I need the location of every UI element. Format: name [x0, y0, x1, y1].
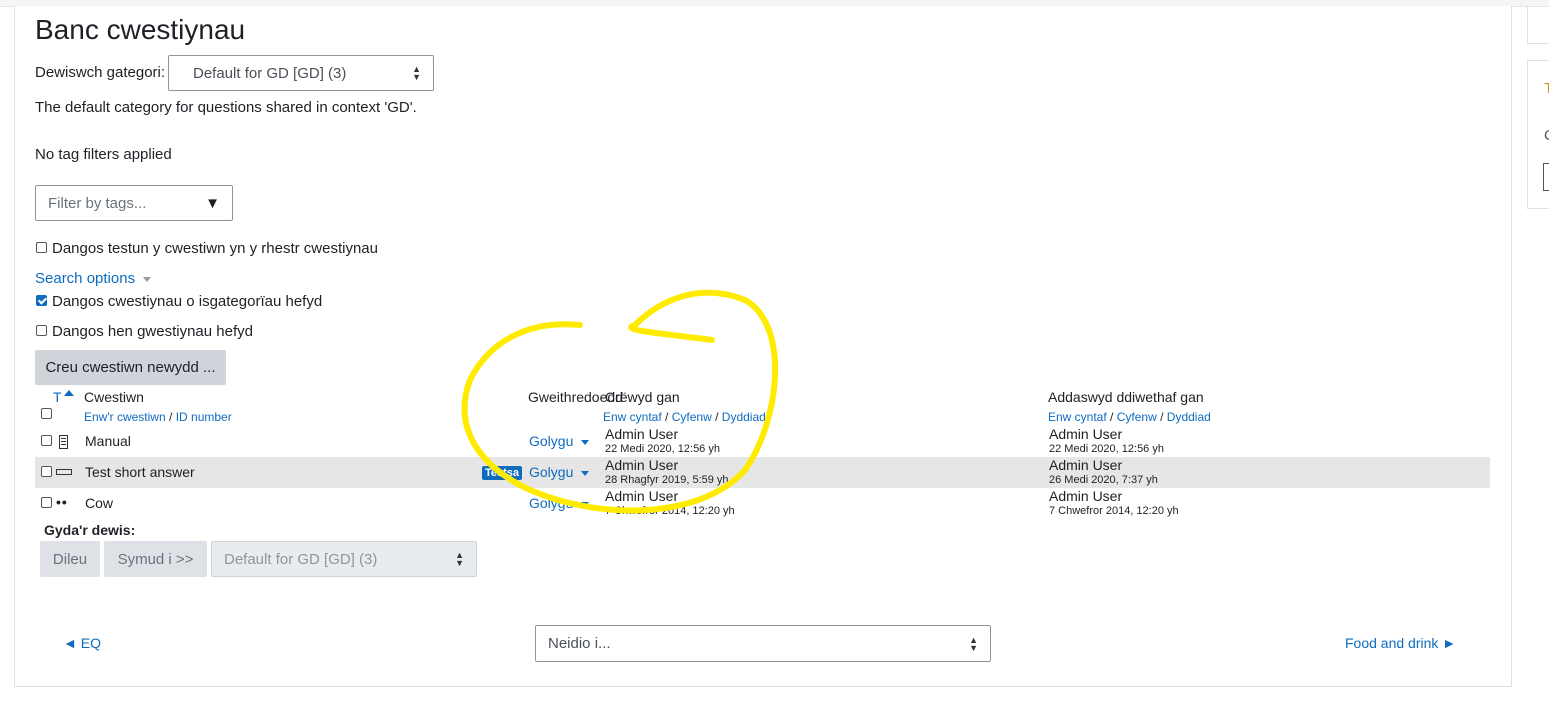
category-label: Dewiswch gategori:: [35, 64, 166, 81]
type-column-label: T: [53, 389, 62, 405]
subcategories-checkbox[interactable]: [36, 295, 47, 306]
select-arrows-icon: ▲ ▼: [412, 64, 421, 82]
modified-column-header: Addaswyd ddiwethaf gan: [1048, 389, 1204, 405]
edit-menu-toggle[interactable]: Golygu: [529, 464, 590, 480]
select-arrows-icon: ▲ ▼: [969, 634, 978, 653]
modified-date: 7 Chwefror 2014, 12:20 yh: [1049, 505, 1179, 517]
question-column-header: Cwestiwn: [84, 389, 144, 405]
created-by: Admin User: [605, 426, 679, 442]
sort-created-last-name[interactable]: Cyfenw: [672, 410, 712, 424]
multichoice-dots-icon: ••: [56, 494, 68, 510]
subcategories-label: Dangos cwestiynau o isgategorïau hefyd: [52, 293, 323, 310]
modified-by: Admin User: [1049, 457, 1123, 473]
jump-to-value: Neidio i...: [548, 635, 611, 652]
edit-menu-toggle[interactable]: Golygu: [529, 433, 590, 449]
tag-filter-input[interactable]: Filter by tags... ▼: [35, 185, 233, 221]
caret-down-icon: [581, 470, 590, 476]
sort-separator: /: [1110, 410, 1114, 424]
short-answer-icon: [56, 469, 72, 475]
jump-to-select[interactable]: Neidio i... ▲ ▼: [535, 625, 991, 662]
move-to-button[interactable]: Symud i >>: [104, 541, 207, 577]
side-block-text: C: [1544, 127, 1549, 144]
modified-by: Admin User: [1049, 426, 1123, 442]
modified-date: 22 Medi 2020, 12:56 yh: [1049, 443, 1164, 455]
show-text-label: Dangos testun y cwestiwn yn y rhestr cwe…: [52, 240, 378, 257]
select-all-checkbox[interactable]: [41, 408, 52, 419]
side-block-top: [1527, 6, 1549, 44]
sort-created-first-name[interactable]: Enw cyntaf: [603, 410, 662, 424]
sort-by-question-name[interactable]: Enw'r cwestiwn: [84, 410, 166, 424]
old-questions-label: Dangos hen gwestiynau hefyd: [52, 323, 253, 340]
created-date: 22 Medi 2020, 12:56 yh: [605, 443, 720, 455]
edit-menu-toggle[interactable]: Golygu: [529, 495, 590, 511]
edit-label: Golygu: [529, 495, 574, 511]
caret-down-icon: [581, 501, 590, 507]
created-by: Admin User: [605, 488, 679, 504]
search-options-toggle[interactable]: Search options: [35, 270, 152, 287]
created-date: 28 Rhagfyr 2019, 5:59 yh: [605, 474, 729, 486]
question-name: Manual: [85, 433, 131, 449]
sort-separator: /: [169, 410, 173, 424]
move-target-select[interactable]: Default for GD [GD] (3) ▲ ▼: [211, 541, 477, 577]
table-row-highlight: [35, 457, 1490, 488]
modified-by: Admin User: [1049, 488, 1123, 504]
select-arrows-icon: ▲ ▼: [455, 550, 464, 568]
question-name: Cow: [85, 495, 114, 511]
question-tag-badge: Testsa: [482, 466, 523, 480]
edit-label: Golygu: [529, 464, 574, 480]
sort-modified-first-name[interactable]: Enw cyntaf: [1048, 410, 1107, 424]
side-block-title: T: [1544, 80, 1549, 97]
caret-down-icon: [581, 439, 590, 445]
sort-by-id-number[interactable]: ID number: [176, 410, 232, 424]
category-description: The default category for questions share…: [35, 99, 417, 116]
row-checkbox[interactable]: [41, 497, 52, 508]
created-column-header: Crëwyd gan: [605, 389, 680, 405]
sort-type-link[interactable]: T: [53, 389, 62, 405]
page-title: Banc cwestiynau: [35, 14, 246, 45]
previous-category-link[interactable]: ◄ EQ: [63, 635, 101, 651]
question-name: Test short answer: [85, 464, 195, 480]
next-category-link[interactable]: Food and drink ►: [1345, 635, 1456, 651]
sort-ascending-icon: [64, 390, 74, 396]
sort-modified-date[interactable]: Dyddiad: [1167, 410, 1211, 424]
tag-filter-status: No tag filters applied: [35, 146, 172, 163]
show-text-checkbox[interactable]: [36, 242, 47, 253]
sort-separator: /: [1160, 410, 1164, 424]
create-question-button[interactable]: Creu cwestiwn newydd ...: [35, 350, 226, 385]
side-block-input[interactable]: [1543, 163, 1549, 191]
sort-separator: /: [715, 410, 719, 424]
document-icon: [59, 435, 68, 449]
created-date: 7 Chwefror 2014, 12:20 yh: [605, 505, 735, 517]
delete-button[interactable]: Dileu: [40, 541, 100, 577]
row-checkbox[interactable]: [41, 435, 52, 446]
sort-created-date[interactable]: Dyddiad: [722, 410, 766, 424]
sort-modified-last-name[interactable]: Cyfenw: [1117, 410, 1157, 424]
caret-down-icon: [143, 276, 152, 282]
dropdown-triangle-icon: ▼: [205, 195, 220, 212]
tag-filter-placeholder: Filter by tags...: [48, 194, 147, 212]
edit-label: Golygu: [529, 433, 574, 449]
bulk-actions-heading: Gyda'r dewis:: [44, 522, 136, 538]
search-options-label: Search options: [35, 270, 136, 287]
move-target-value: Default for GD [GD] (3): [224, 550, 378, 568]
modified-date: 26 Medi 2020, 7:37 yh: [1049, 474, 1158, 486]
category-select[interactable]: Default for GD [GD] (3) ▲ ▼: [168, 55, 434, 91]
created-by: Admin User: [605, 457, 679, 473]
sort-separator: /: [665, 410, 669, 424]
old-questions-checkbox[interactable]: [36, 325, 47, 336]
category-select-value: Default for GD [GD] (3): [193, 64, 347, 82]
row-checkbox[interactable]: [41, 466, 52, 477]
